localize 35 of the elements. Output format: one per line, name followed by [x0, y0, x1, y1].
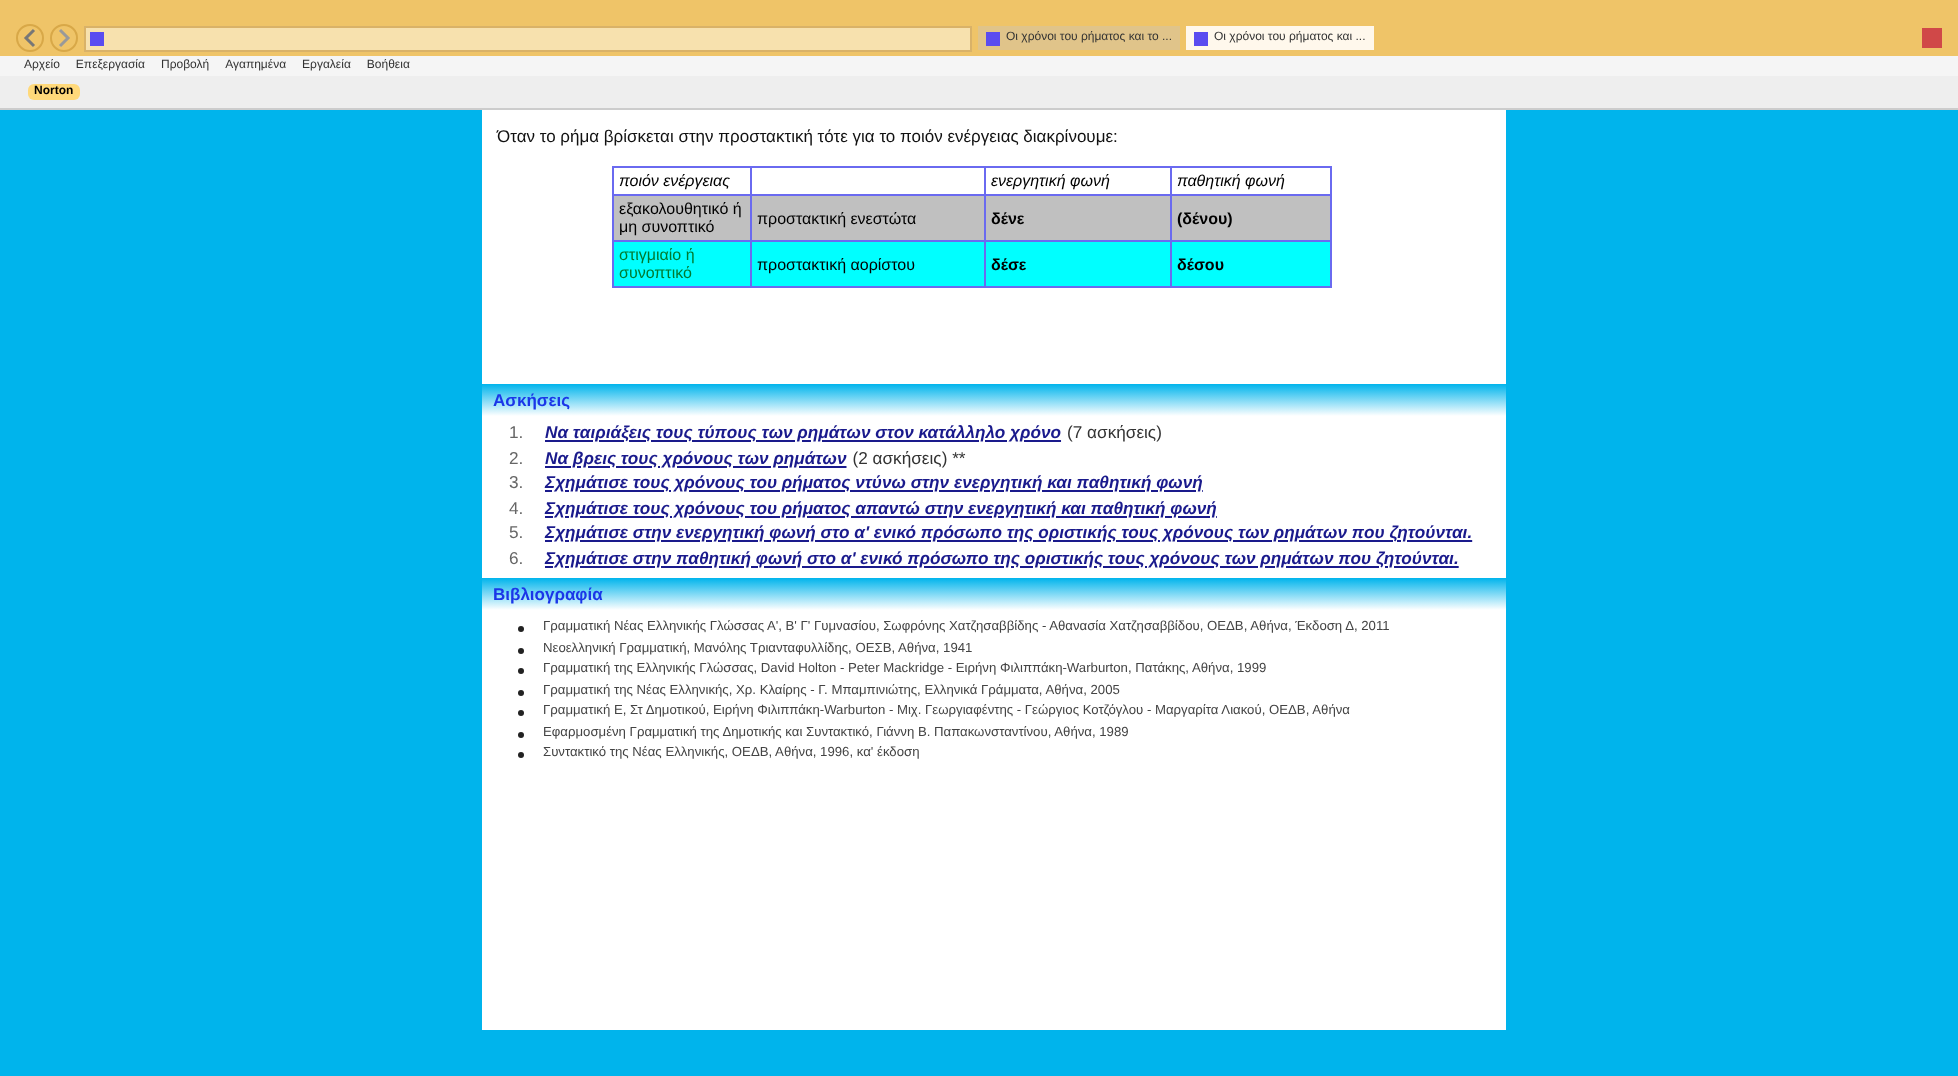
item-number: 3.: [509, 470, 526, 495]
column-header: παθητική φωνή: [1170, 167, 1330, 195]
exercise-link[interactable]: Σχημάτισε στην παθητική φωνή στο α' ενικό πρόσωπο της οριστικής τους χρόνους των ρημάτων που ζητούνται.: [545, 547, 1459, 567]
section-title: Βιβλιογραφία: [493, 584, 603, 604]
exercise-link[interactable]: Σχημάτισε στην ενεργητική φωνή στο α' ενικό πρόσωπο της οριστικής τους χρόνους των ρημάτων που ζητούνται.: [545, 522, 1473, 542]
exercise-link[interactable]: Να βρεις τους χρόνους των ρημάτων: [545, 447, 847, 467]
table-cell: στιγμιαίο ή συνοπτικό: [612, 241, 750, 287]
bullet-icon: [517, 647, 523, 653]
table-cell: προστακτική αορίστου: [750, 241, 984, 287]
exercise-link[interactable]: Να ταιριάξεις τους τύπους των ρημάτων στον κατάλληλο χρόνο: [545, 422, 1062, 442]
exercise-link[interactable]: Σχημάτισε τους χρόνους του ρήματος απαντώ στην ενεργητική και παθητική φωνή: [545, 497, 1217, 517]
bullet-icon: [517, 626, 523, 632]
table-cell: δέσε: [984, 241, 1170, 287]
exercise-link[interactable]: Σχημάτισε τους χρόνους του ρήματος ντύνω στην ενεργητική και παθητική φωνή: [545, 472, 1203, 492]
exercise-note: (7 ασκήσεις): [1067, 422, 1162, 442]
close-button[interactable]: [1922, 28, 1942, 48]
item-number: 1.: [509, 420, 526, 445]
intro-text: Όταν το ρήμα βρίσκεται στην προστακτική τότε για το ποιόν ενέργειας διακρίνουμε:: [497, 126, 1120, 146]
item-number: 5.: [509, 520, 526, 545]
exercise-note: (2 ασκήσεις) **: [852, 447, 966, 467]
address-field[interactable]: [84, 25, 972, 51]
column-header: ενεργητική φωνή: [984, 167, 1170, 195]
bullet-icon: [517, 710, 523, 716]
back-button[interactable]: [16, 24, 44, 52]
item-number: 2.: [509, 445, 526, 470]
bullet-icon: [517, 752, 523, 758]
bullet-icon: [517, 689, 523, 695]
table-cell: δέσου: [1170, 241, 1330, 287]
bullet-icon: [517, 668, 523, 674]
section-title: Ασκήσεις: [493, 390, 571, 410]
item-number: 6.: [509, 545, 526, 570]
bullet-icon: [517, 731, 523, 737]
column-header: ποιόν ενέργειας: [612, 167, 750, 195]
forward-button[interactable]: [50, 24, 78, 52]
item-number: 4.: [509, 495, 526, 520]
